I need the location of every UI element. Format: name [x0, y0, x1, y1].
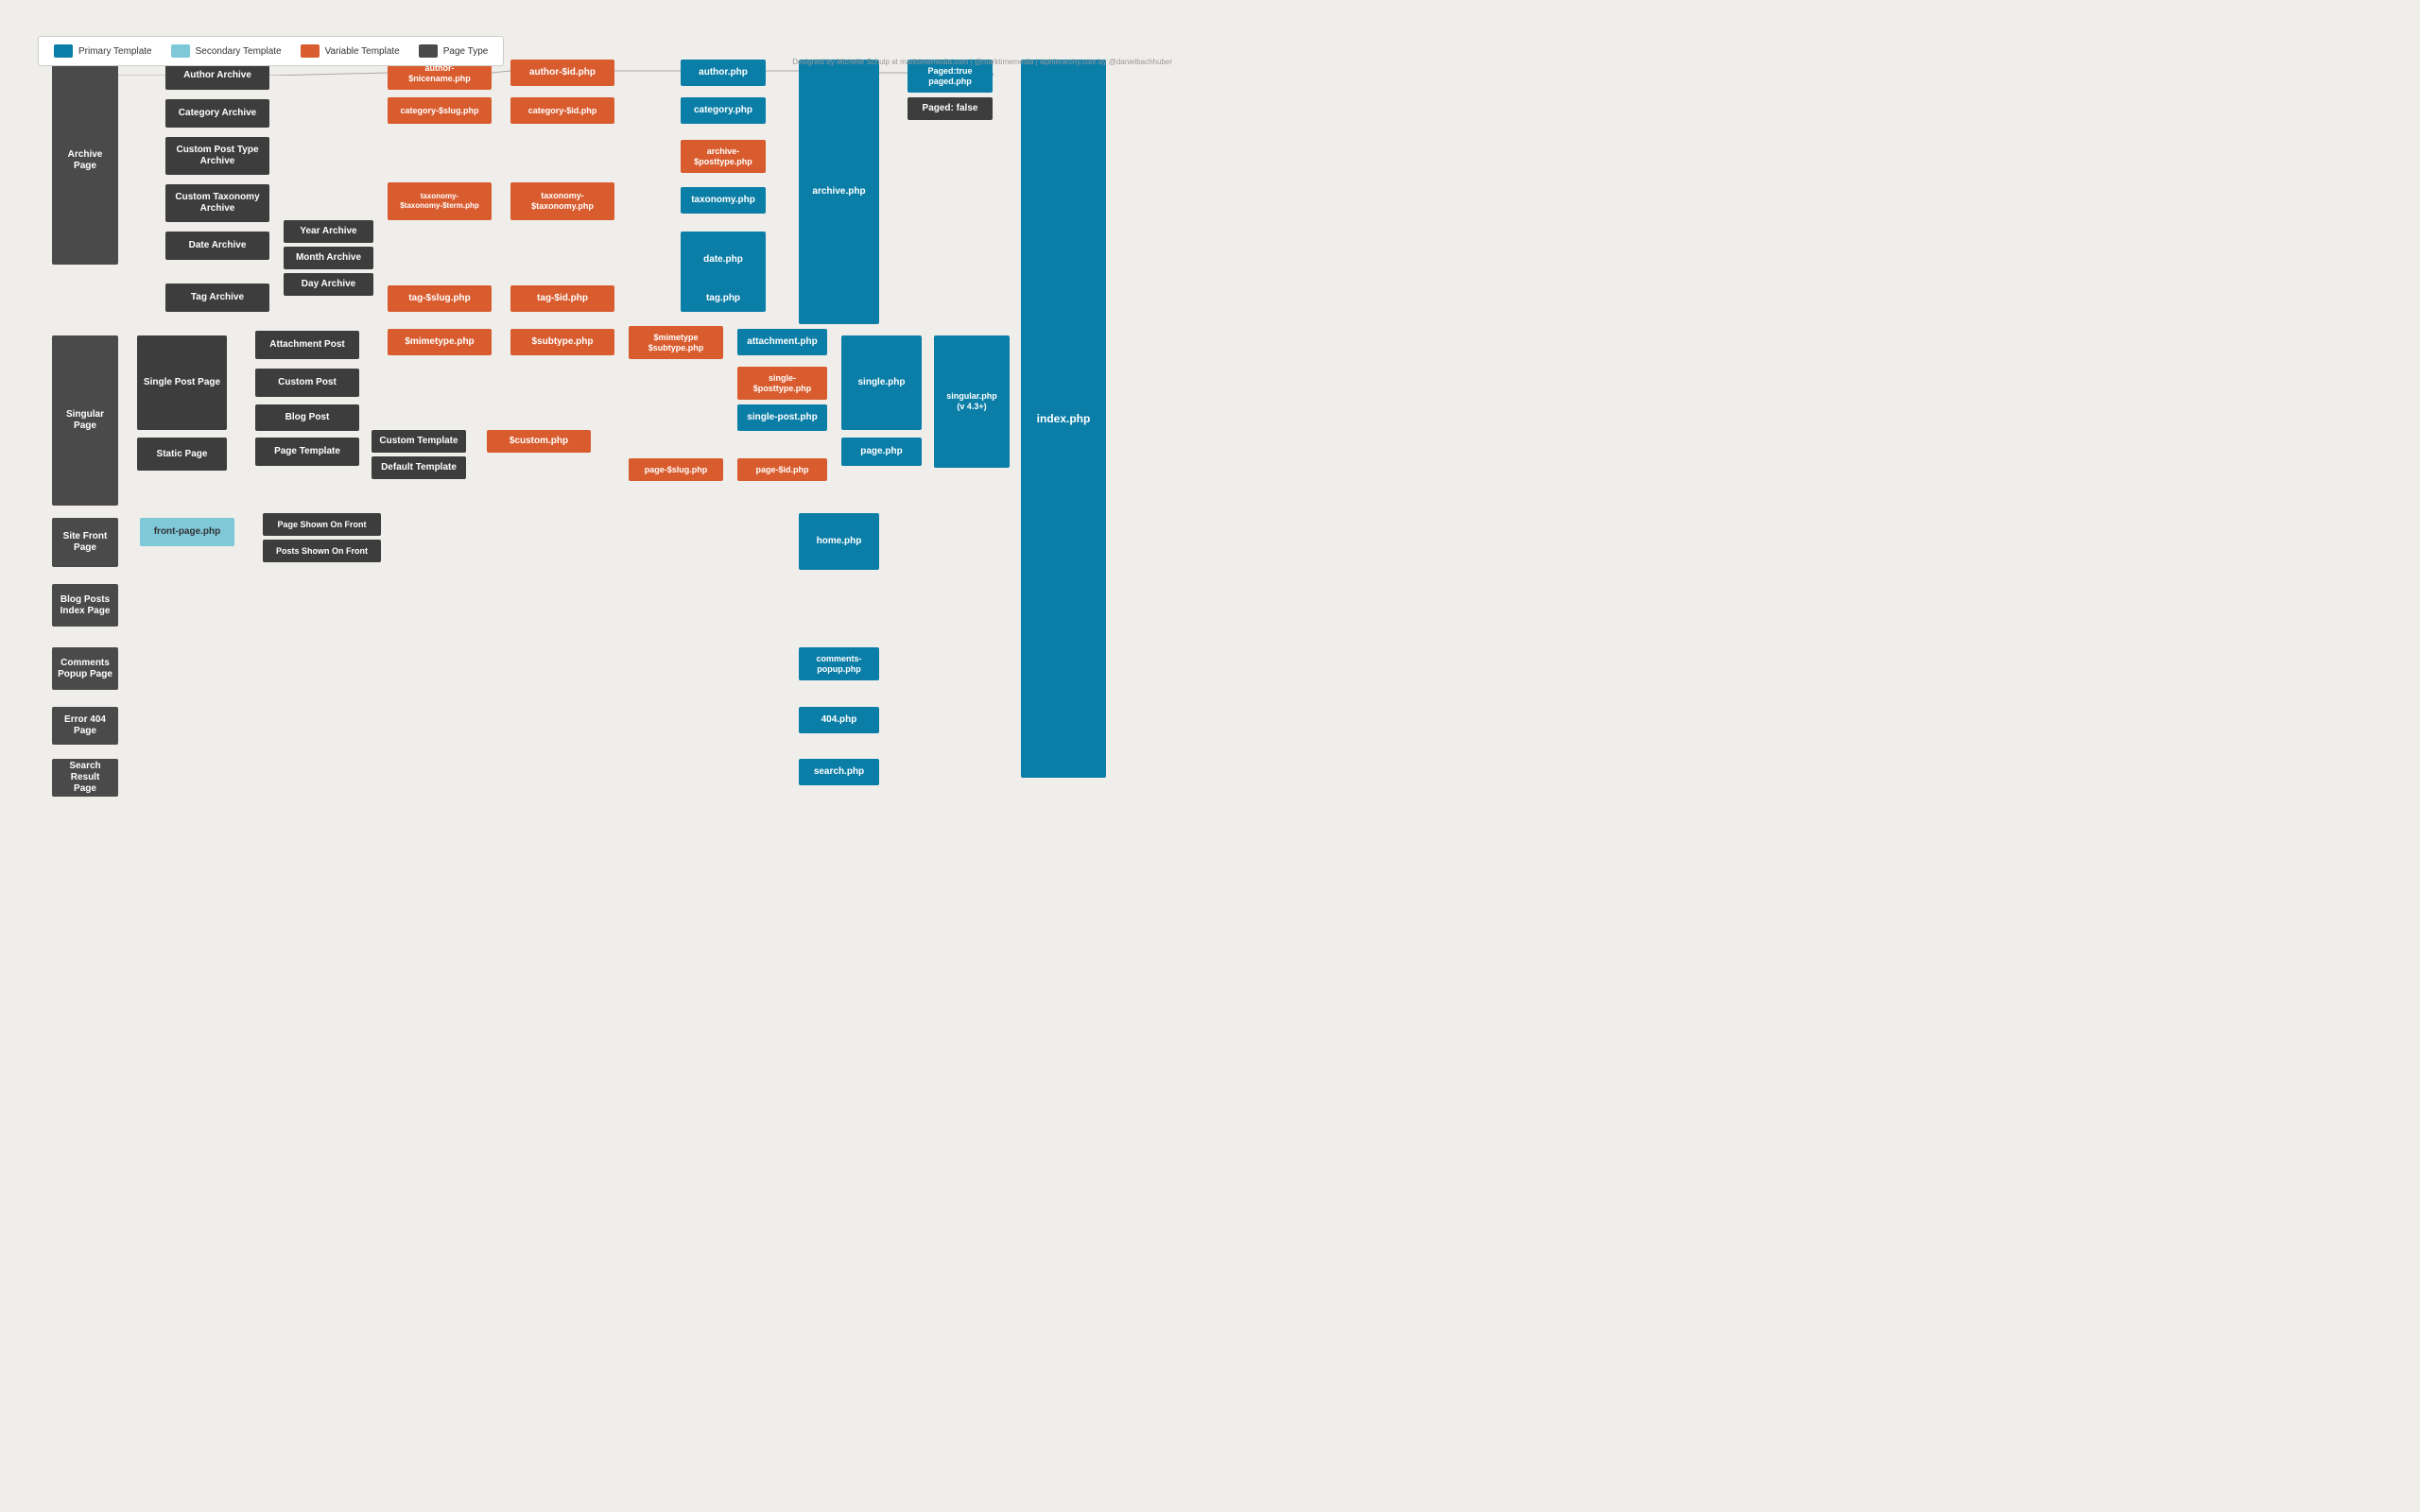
404-php-node: 404.php [799, 707, 879, 733]
singular-php-node: singular.php (v 4.3+) [934, 335, 1010, 468]
tag-php-node: tag.php [681, 285, 766, 312]
archive-page-node: Archive Page [52, 57, 118, 265]
legend-secondary-color [171, 44, 190, 58]
home-php-node: home.php [799, 513, 879, 570]
search-php-node: search.php [799, 759, 879, 785]
legend-dark-color [419, 44, 438, 58]
custom-taxonomy-archive-node: Custom Taxonomy Archive [165, 184, 269, 222]
site-front-page-node: Site Front Page [52, 518, 118, 567]
page-shown-on-front-node: Page Shown On Front [263, 513, 381, 536]
mimetype-subtype-node: $mimetype $subtype.php [629, 326, 723, 359]
legend-item-secondary: Secondary Template [171, 44, 282, 58]
page-php-node: page.php [841, 438, 922, 466]
attachment-php-node: attachment.php [737, 329, 827, 355]
single-post-php-node: single-post.php [737, 404, 827, 431]
legend-item-variable: Variable Template [301, 44, 400, 58]
category-archive-node: Category Archive [165, 99, 269, 128]
page-slug-node: page-$slug.php [629, 458, 723, 481]
taxonomy-term-node: taxonomy- $taxonomy-$term.php [388, 182, 492, 220]
comments-popup-php-node: comments- popup.php [799, 647, 879, 680]
singular-page-node: Singular Page [52, 335, 118, 506]
posts-shown-on-front-node: Posts Shown On Front [263, 540, 381, 562]
author-id-node: author-$id.php [510, 60, 614, 86]
default-template-node: Default Template [372, 456, 466, 479]
search-result-page-node: Search Result Page [52, 759, 118, 797]
taxonomy-php-node: taxonomy.php [681, 187, 766, 214]
author-php-node: author.php [681, 60, 766, 86]
attachment-post-node: Attachment Post [255, 331, 359, 359]
blog-post-node: Blog Post [255, 404, 359, 431]
legend: Primary Template Secondary Template Vari… [38, 36, 504, 66]
page-id-node: page-$id.php [737, 458, 827, 481]
diagram-container: Archive Page Author Archive Category Arc… [0, 0, 1210, 76]
category-slug-node: category-$slug.php [388, 97, 492, 124]
legend-item-dark: Page Type [419, 44, 489, 58]
index-php-node: index.php [1021, 60, 1106, 778]
custom-post-type-archive-node: Custom Post Type Archive [165, 137, 269, 175]
footer-credit: Designed by Michelle Schulp at marktimem… [792, 58, 1172, 66]
comments-popup-page-node: Comments Popup Page [52, 647, 118, 690]
blog-posts-index-node: Blog Posts Index Page [52, 584, 118, 627]
single-post-page-node: Single Post Page [137, 335, 227, 430]
legend-variable-label: Variable Template [325, 46, 400, 57]
archive-posttype-node: archive- $posttype.php [681, 140, 766, 173]
front-page-php-node: front-page.php [140, 518, 234, 546]
static-page-node: Static Page [137, 438, 227, 471]
paged-false-node: Paged: false [908, 97, 993, 120]
date-php-node: date.php [681, 232, 766, 288]
error-404-page-node: Error 404 Page [52, 707, 118, 745]
legend-primary-color [54, 44, 73, 58]
legend-secondary-label: Secondary Template [196, 46, 282, 57]
custom-php-node: $custom.php [487, 430, 591, 453]
archive-php-node: archive.php [799, 60, 879, 324]
tag-slug-node: tag-$slug.php [388, 285, 492, 312]
custom-post-node: Custom Post [255, 369, 359, 397]
legend-dark-label: Page Type [443, 46, 489, 57]
single-php-node: single.php [841, 335, 922, 430]
year-archive-node: Year Archive [284, 220, 373, 243]
category-php-node: category.php [681, 97, 766, 124]
subtype-php-node: $subtype.php [510, 329, 614, 355]
taxonomy-tax-node: taxonomy- $taxonomy.php [510, 182, 614, 220]
legend-variable-color [301, 44, 320, 58]
tag-id-node: tag-$id.php [510, 285, 614, 312]
date-archive-node: Date Archive [165, 232, 269, 260]
day-archive-node: Day Archive [284, 273, 373, 296]
legend-item-primary: Primary Template [54, 44, 152, 58]
category-id-node: category-$id.php [510, 97, 614, 124]
mimetype-php-node: $mimetype.php [388, 329, 492, 355]
single-posttype-node: single- $posttype.php [737, 367, 827, 400]
custom-template-node: Custom Template [372, 430, 466, 453]
page-template-node: Page Template [255, 438, 359, 466]
tag-archive-node: Tag Archive [165, 284, 269, 312]
legend-primary-label: Primary Template [78, 46, 152, 57]
month-archive-node: Month Archive [284, 247, 373, 269]
